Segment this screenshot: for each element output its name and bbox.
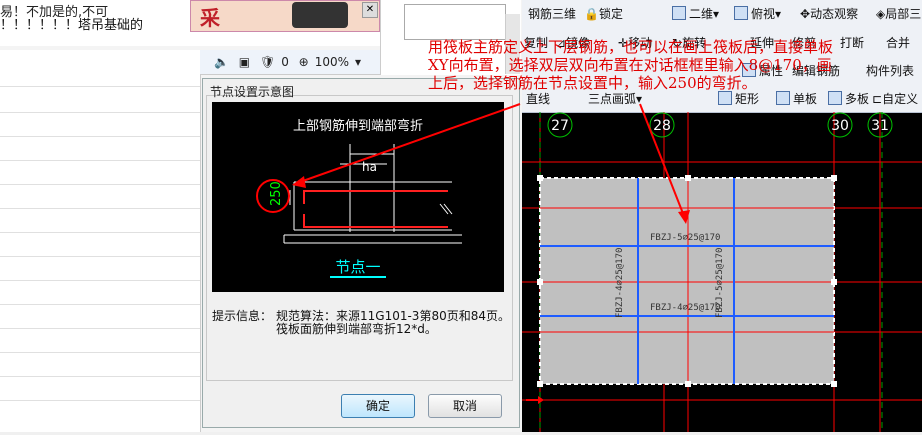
ok-button[interactable]: 确定 — [341, 394, 415, 418]
cube-icon — [734, 6, 748, 20]
grip-handle[interactable] — [831, 175, 837, 181]
node-label: 节点一 — [335, 258, 380, 276]
zoom-level[interactable]: 100% — [315, 55, 349, 69]
bend-value: 250 — [269, 181, 284, 206]
annotation-line-1: 用筏板主筋定义上下层钢筋，也可以在画上筏板后，直接单板 — [428, 38, 834, 56]
ad-title: 采 — [200, 6, 220, 30]
page-text-line-2: ！！！！！！塔吊基础的 — [0, 18, 144, 33]
tool-custom[interactable]: ⊏自定义 — [872, 90, 918, 107]
grip-handle[interactable] — [831, 279, 837, 285]
rebar-label: FBZJ-4⌀25@170 — [615, 248, 625, 318]
window-icon[interactable]: ▣ — [239, 55, 250, 69]
origin-arrow-head — [538, 396, 544, 404]
shield-icon[interactable]: 🛡 — [260, 55, 275, 69]
ha-label: ha — [362, 160, 377, 174]
tool-local-3d[interactable]: ◈局部三 — [876, 5, 921, 22]
grip-handle[interactable] — [685, 175, 691, 181]
left-list — [0, 50, 201, 432]
custom-icon: ⊏ — [872, 92, 883, 106]
group-title: 节点设置示意图 — [210, 85, 295, 99]
tool-line[interactable]: 直线 — [526, 90, 550, 107]
tip-label: 提示信息： — [212, 309, 273, 323]
view-2d-icon — [672, 6, 686, 20]
tool-multi-slab[interactable]: 多板 — [828, 90, 869, 107]
orbit-icon: ✥ — [800, 7, 811, 21]
tip-text-line-2: 筏板面筋伸到端部弯折12*d。 — [276, 322, 437, 336]
tool-arc[interactable]: 三点画弧▾ — [588, 90, 642, 107]
break-mark — [439, 203, 449, 215]
axis-label: 31 — [871, 118, 889, 134]
rebar-label: FBZJ-5⌀25@170 — [715, 248, 725, 318]
tool-rebar-3d[interactable]: 钢筋三维 — [528, 5, 576, 22]
camera-image — [292, 2, 348, 28]
bottom-rebar — [303, 214, 448, 228]
grip-handle[interactable] — [537, 175, 543, 181]
grip-handle[interactable] — [831, 381, 837, 387]
zoom-icon[interactable]: ⊕ — [299, 55, 309, 69]
tool-lock[interactable]: 🔒锁定 — [584, 5, 623, 22]
cancel-button[interactable]: 取消 — [428, 394, 502, 418]
grip-handle[interactable] — [685, 381, 691, 387]
speaker-icon[interactable]: 🔈 — [214, 55, 229, 69]
close-icon[interactable]: ✕ — [362, 2, 378, 18]
top-rebar — [303, 190, 448, 204]
grip-handle[interactable] — [537, 381, 543, 387]
status-items: 🔈 ▣ 🛡 0 ⊕ 100% ▾ — [214, 55, 367, 69]
chevron-down-icon[interactable]: ▾ — [355, 55, 361, 69]
break-mark — [443, 203, 453, 215]
single-slab-icon — [776, 91, 790, 105]
raft-slab[interactable] — [539, 177, 835, 385]
node-diagram: 上部钢筋伸到端部弯折 ha 250 节点一 — [212, 102, 504, 292]
annotation-text: 用筏板主筋定义上下层钢筋，也可以在画上筏板后，直接单板 XY向布置，选择双层双向… — [428, 38, 922, 92]
cad-drawing-area[interactable]: 27 28 30 31 FBZJ-5⌀25@170 FBZJ-4⌀25@170 … — [522, 112, 922, 432]
rebar-label: FBZJ-4⌀25@170 — [650, 303, 720, 313]
tool-2d[interactable]: 二维▾ — [672, 5, 719, 22]
tool-orbit[interactable]: ✥动态观察 — [800, 5, 858, 22]
diagram-title: 上部钢筋伸到端部弯折 — [293, 118, 423, 134]
lock-icon: 🔒 — [584, 7, 599, 21]
annotation-line-3: 上后，选择钢筋在节点设置中，输入250的弯折。 — [428, 74, 757, 92]
tool-rect[interactable]: 矩形 — [718, 90, 759, 107]
rect-icon — [718, 91, 732, 105]
side-panel-box — [404, 4, 506, 40]
local-3d-icon: ◈ — [876, 7, 886, 21]
axis-label: 28 — [653, 118, 671, 134]
multi-slab-icon — [828, 91, 842, 105]
shield-count: 0 — [281, 55, 289, 69]
rebar-label: FBZJ-5⌀25@170 — [650, 233, 720, 243]
axis-label: 27 — [551, 118, 569, 134]
annotation-line-2: XY向布置，选择双层双向布置在对话框框里输入8@170，画 — [428, 56, 832, 74]
grip-handle[interactable] — [537, 279, 543, 285]
tool-top-view[interactable]: 俯视▾ — [734, 5, 781, 22]
tool-single-slab[interactable]: 单板 — [776, 90, 817, 107]
axis-label: 30 — [831, 118, 849, 134]
